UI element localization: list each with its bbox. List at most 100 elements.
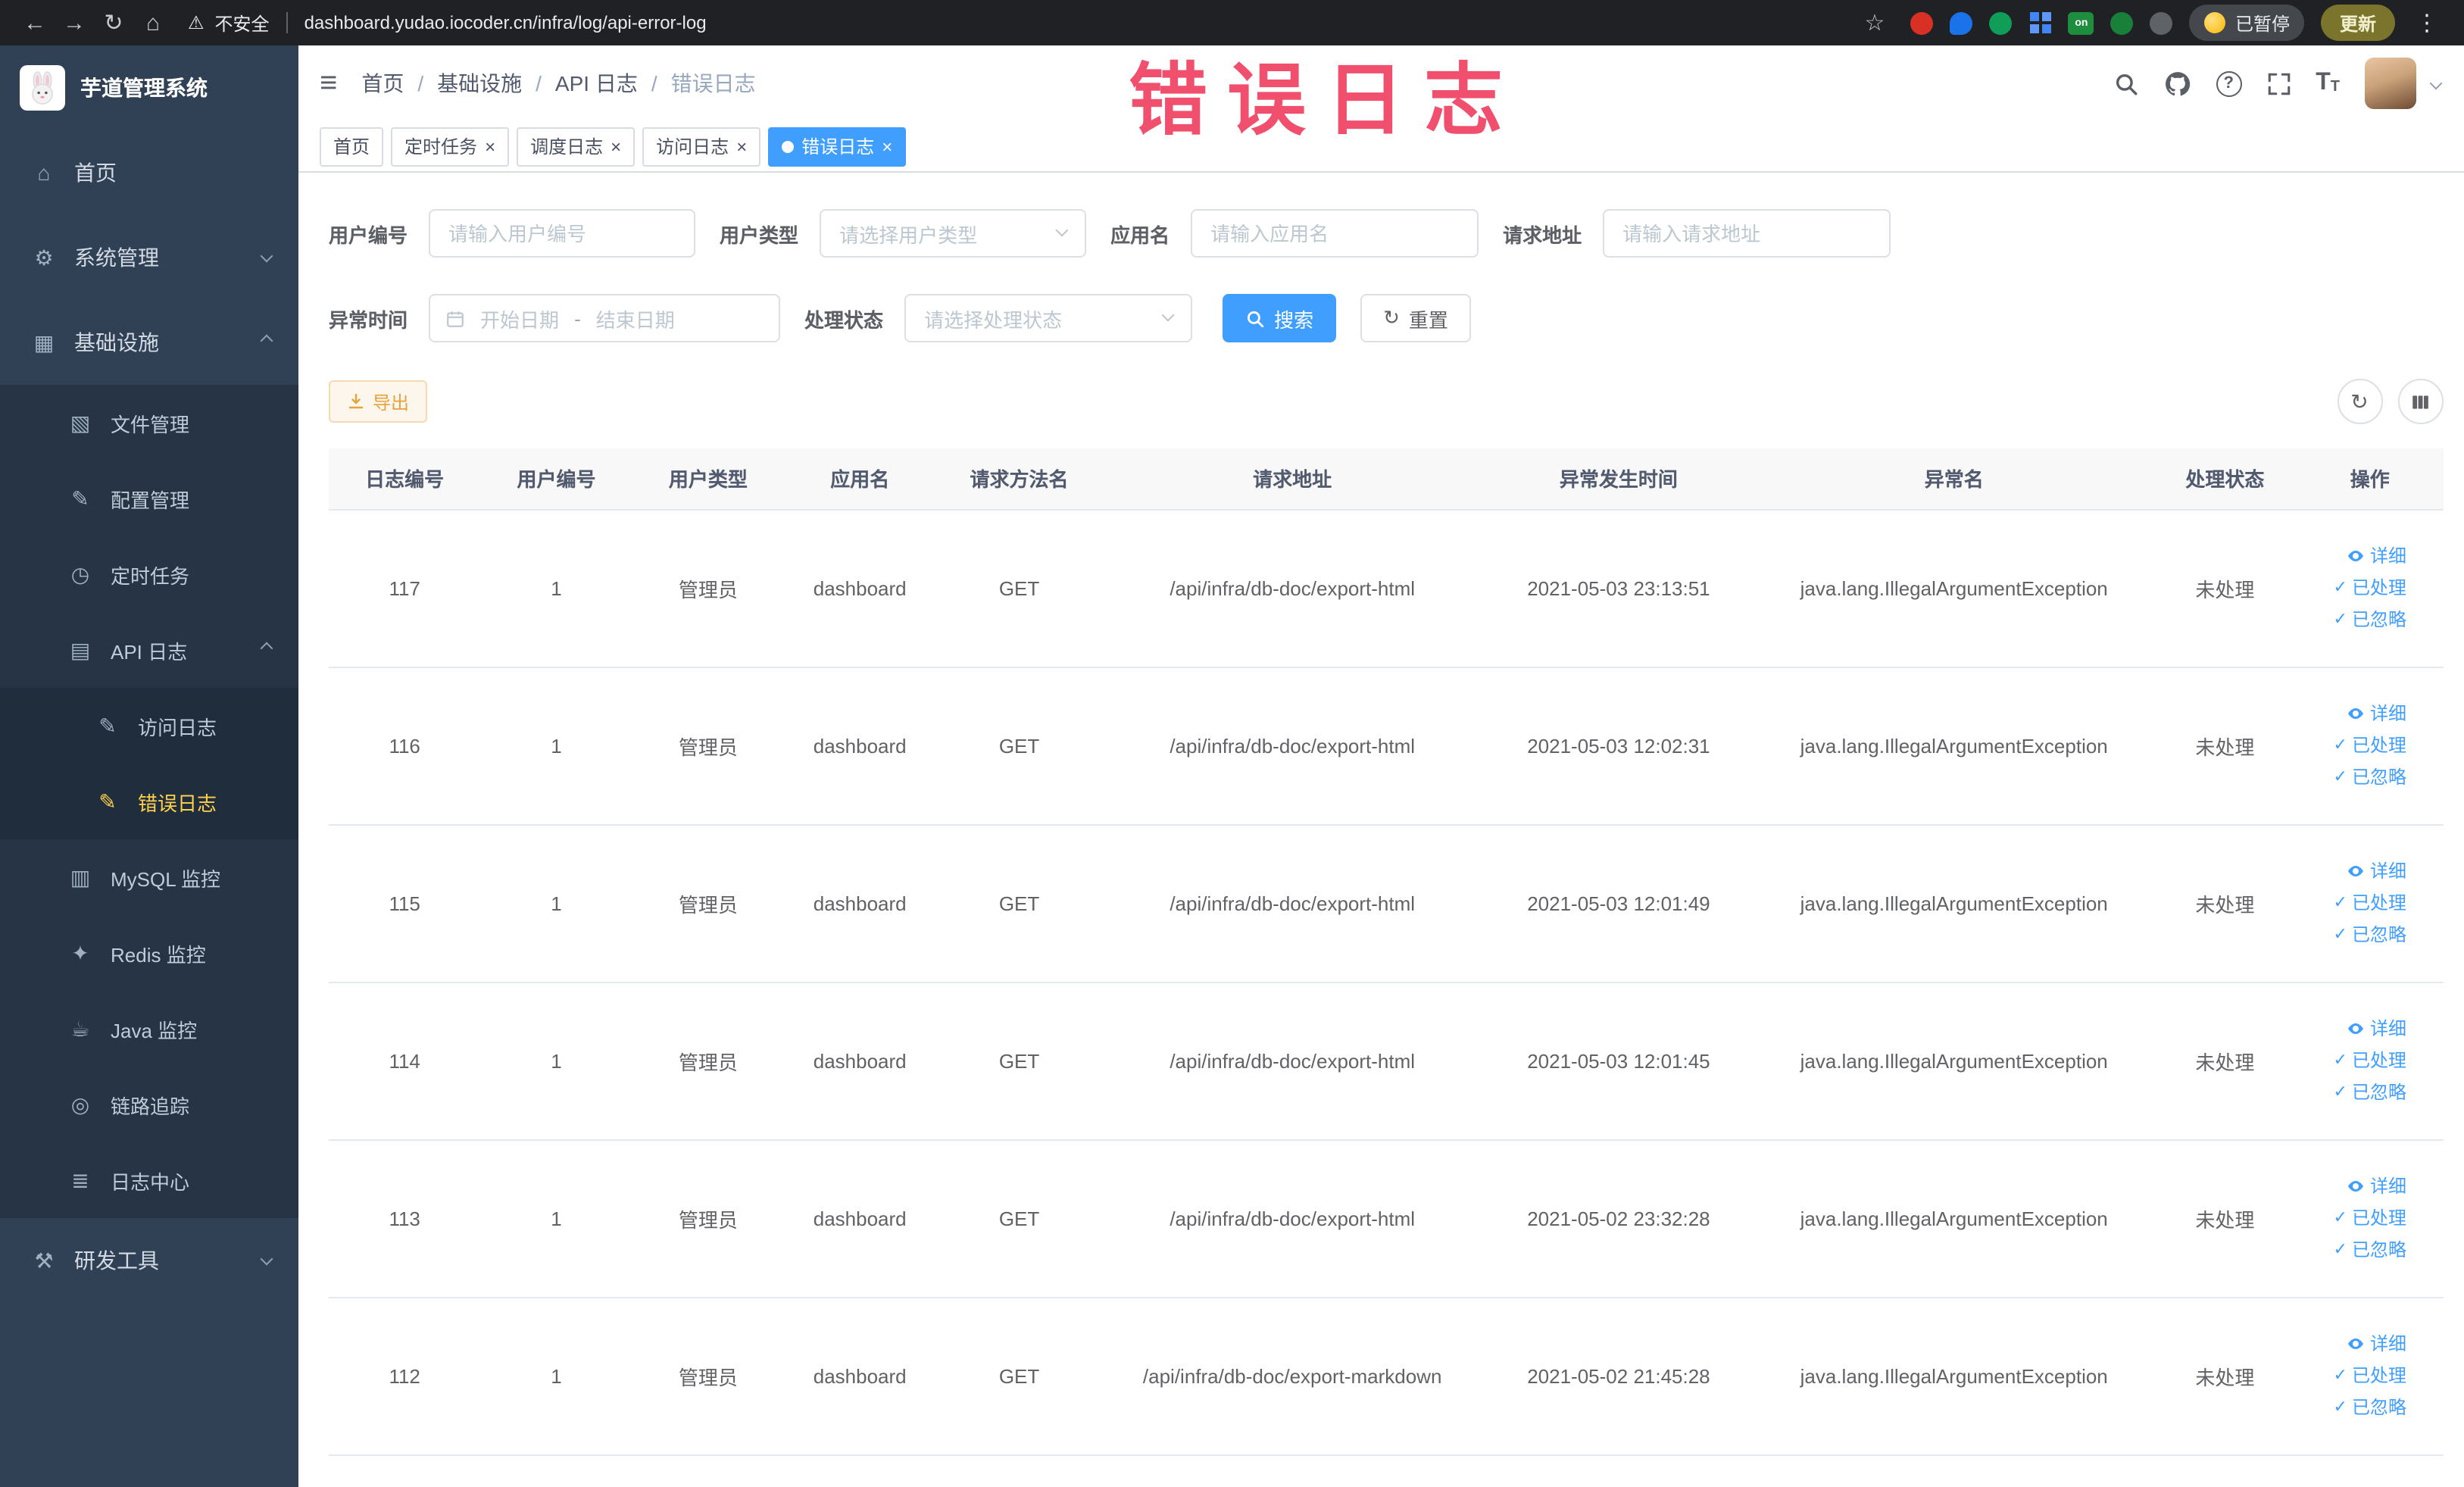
detail-link[interactable]: 详细	[2334, 1328, 2406, 1360]
sidebar-item-access-log[interactable]: ✎ 访问日志	[0, 688, 298, 764]
tab-scheduled-tasks[interactable]: 定时任务 ×	[391, 127, 510, 166]
sidebar-item-scheduled-tasks[interactable]: ◷ 定时任务	[0, 536, 298, 612]
reset-button[interactable]: ↻ 重置	[1360, 294, 1471, 342]
search-icon[interactable]	[2113, 70, 2138, 96]
browser-reload-icon[interactable]: ↻	[94, 3, 133, 42]
mark-ignored-link[interactable]: ✓ 已忽略	[2334, 761, 2406, 793]
help-icon[interactable]: ?	[2216, 70, 2242, 96]
export-button[interactable]: 导出	[329, 380, 428, 423]
mark-ignored-link[interactable]: ✓ 已忽略	[2334, 1392, 2406, 1423]
github-icon[interactable]	[2163, 69, 2191, 98]
mark-ignored-link[interactable]: ✓ 已忽略	[2334, 604, 2406, 636]
extension-paw-icon[interactable]	[2150, 11, 2173, 34]
date-range-picker[interactable]: 开始日期 - 结束日期	[429, 294, 781, 342]
close-icon[interactable]: ×	[882, 137, 892, 155]
browser-menu-kebab-icon[interactable]: ⋮	[2411, 9, 2443, 36]
font-size-icon[interactable]: T T	[2316, 70, 2340, 95]
mark-processed-link[interactable]: ✓ 已处理	[2334, 1045, 2406, 1076]
sidebar-item-label: 基础设施	[74, 330, 159, 355]
log-id-cell: 114	[329, 982, 481, 1140]
detail-link[interactable]: 详细	[2334, 1170, 2406, 1202]
breadcrumb-separator: /	[651, 71, 657, 95]
method-cell: GET	[935, 1139, 1103, 1298]
sidebar-item-file-management[interactable]: ▧ 文件管理	[0, 385, 298, 461]
detail-link[interactable]: 详细	[2334, 540, 2406, 572]
extension-grid-icon[interactable]	[2029, 11, 2052, 34]
mark-ignored-link[interactable]: ✓ 已忽略	[2334, 1234, 2406, 1266]
user-id-input[interactable]	[429, 209, 696, 258]
processed-label: 已处理	[2351, 1207, 2406, 1228]
tab-home[interactable]: 首页	[320, 127, 384, 166]
browser-home-icon[interactable]: ⌂	[133, 3, 173, 42]
mark-processed-link[interactable]: ✓ 已处理	[2334, 1360, 2406, 1392]
sidebar-item-label: 系统管理	[74, 245, 159, 270]
detail-link[interactable]: 详细	[2334, 698, 2406, 729]
sidebar-item-infrastructure[interactable]: ▦ 基础设施	[0, 300, 298, 385]
mark-ignored-link[interactable]: ✓ 已忽略	[2334, 919, 2406, 951]
profile-emoji-icon	[2204, 12, 2226, 33]
sidebar-item-mysql-monitor[interactable]: ▥ MySQL 监控	[0, 839, 298, 915]
extension-leaf-icon[interactable]	[2110, 11, 2134, 34]
column-settings-button[interactable]	[2397, 379, 2443, 424]
extension-on-icon[interactable]: on	[2068, 11, 2094, 34]
user-avatar[interactable]	[2364, 58, 2416, 109]
fullscreen-icon[interactable]	[2266, 70, 2291, 96]
table-row: 115 1 管理员 dashboard GET /api/infra/db-do…	[329, 824, 2443, 982]
col-user-type: 用户类型	[632, 448, 785, 510]
refresh-button[interactable]: ↻	[2337, 379, 2382, 424]
chevron-up-icon	[260, 642, 273, 655]
close-icon[interactable]: ×	[611, 137, 621, 155]
tab-access-log[interactable]: 访问日志 ×	[642, 127, 761, 166]
sidebar-item-system-management[interactable]: ⚙ 系统管理	[0, 215, 298, 300]
request-url-input[interactable]	[1603, 209, 1891, 258]
sidebar-item-error-log[interactable]: ✎ 错误日志	[0, 764, 298, 839]
sidebar-item-tracing[interactable]: ◎ 链路追踪	[0, 1067, 298, 1142]
breadcrumb-api-logs[interactable]: API 日志	[555, 68, 638, 98]
breadcrumb-home[interactable]: 首页	[361, 68, 404, 98]
check-icon: ✓	[2333, 925, 2347, 943]
sidebar-item-redis-monitor[interactable]: ✦ Redis 监控	[0, 915, 298, 991]
user-type-select[interactable]: 请选择用户类型	[820, 209, 1087, 258]
browser-update-button[interactable]: 更新	[2321, 5, 2394, 41]
sidebar-item-log-center[interactable]: ≣ 日志中心	[0, 1142, 298, 1218]
bookmark-star-icon[interactable]: ☆	[1855, 3, 1894, 42]
breadcrumb-infrastructure[interactable]: 基础设施	[437, 68, 522, 98]
status-cell: 未处理	[2153, 824, 2297, 982]
extension-icon-1[interactable]	[1910, 11, 1934, 34]
app-name-input[interactable]	[1191, 209, 1479, 258]
table-row: 116 1 管理员 dashboard GET /api/infra/db-do…	[329, 667, 2443, 825]
browser-forward-icon[interactable]: →	[55, 3, 94, 42]
extension-icon-3[interactable]	[1989, 11, 2013, 34]
avatar-caret-icon[interactable]	[2428, 77, 2442, 90]
doc-icon: ✎	[98, 713, 117, 737]
mark-processed-link[interactable]: ✓ 已处理	[2334, 1202, 2406, 1234]
process-status-select[interactable]: 请选择处理状态	[904, 294, 1193, 342]
exception-cell: java.lang.IllegalArgumentException	[1755, 1297, 2153, 1455]
close-icon[interactable]: ×	[736, 137, 747, 155]
address-bar[interactable]: ⚠ 不安全 dashboard.yudao.iocoder.cn/infra/l…	[188, 10, 1855, 36]
log-id-cell: 117	[329, 509, 481, 667]
sidebar-item-api-logs[interactable]: ▤ API 日志	[0, 612, 298, 688]
mark-processed-link[interactable]: ✓ 已处理	[2334, 887, 2406, 919]
detail-link[interactable]: 详细	[2334, 855, 2406, 887]
tab-error-log[interactable]: 错误日志 ×	[768, 127, 907, 166]
app-logo[interactable]: 芋道管理系统	[0, 45, 298, 130]
hamburger-icon[interactable]: ≡	[320, 68, 337, 98]
search-button-label: 搜索	[1274, 308, 1314, 331]
sidebar-item-home[interactable]: ⌂ 首页	[0, 130, 298, 215]
extension-icon-2[interactable]	[1950, 11, 1973, 34]
mark-processed-link[interactable]: ✓ 已处理	[2334, 572, 2406, 604]
security-warning-icon: ⚠	[188, 12, 205, 33]
close-icon[interactable]: ×	[485, 137, 495, 155]
sidebar-item-config-management[interactable]: ✎ 配置管理	[0, 461, 298, 536]
detail-link[interactable]: 详细	[2334, 1013, 2406, 1045]
sidebar-item-java-monitor[interactable]: ☕ Java 监控	[0, 991, 298, 1067]
browser-back-icon[interactable]: ←	[15, 3, 55, 42]
search-button[interactable]: 搜索	[1223, 294, 1337, 342]
mark-ignored-link[interactable]: ✓ 已忽略	[2334, 1076, 2406, 1108]
browser-profile-button[interactable]: 已暂停	[2189, 5, 2305, 41]
user-id-cell: 1	[480, 1139, 632, 1298]
mark-processed-link[interactable]: ✓ 已处理	[2334, 729, 2406, 761]
sidebar-item-dev-tools[interactable]: ⚒ 研发工具	[0, 1218, 298, 1303]
tab-schedule-log[interactable]: 调度日志 ×	[517, 127, 636, 166]
